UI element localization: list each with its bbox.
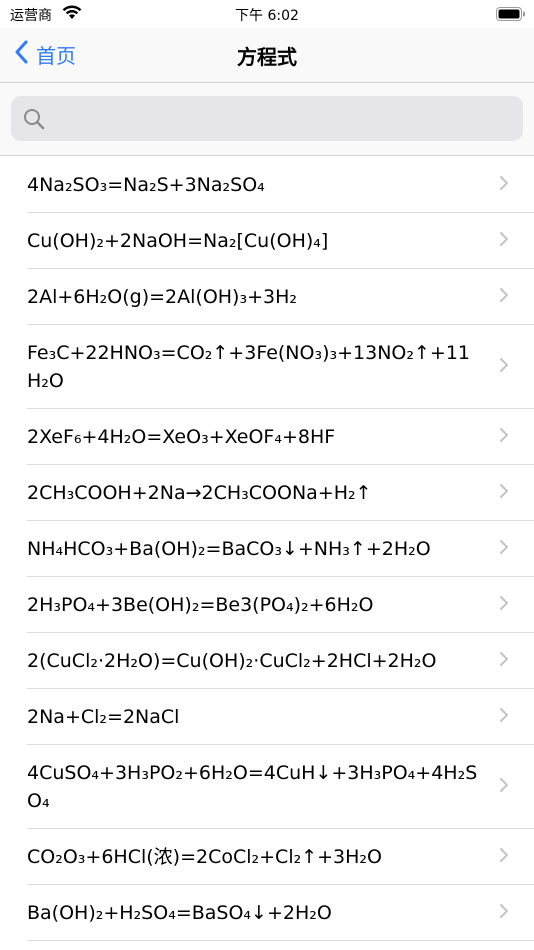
equation-text: NH₄HCO₃+Ba(OH)₂=BaCO₃↓+NH₃↑+2H₂O	[27, 538, 431, 560]
equation-text: 2(CuCl₂·2H₂O)=Cu(OH)₂·CuCl₂+2HCl+2H₂O	[27, 650, 437, 672]
list-item[interactable]: 4CuSO₄+3H₃PO₂+6H₂O=4CuH↓+3H₃PO₄+4H₂SO₄	[0, 745, 534, 829]
chevron-right-icon	[499, 427, 509, 447]
chevron-right-icon	[499, 539, 509, 559]
equation-text: 2Al+6H₂O(g)=2Al(OH)₃+3H₂	[27, 286, 297, 308]
equation-text: Cu(OH)₂+2NaOH=Na₂[Cu(OH)₄]	[27, 230, 329, 252]
status-bar: 运营商 下午 6:02	[0, 0, 534, 28]
equation-text: 4CuSO₄+3H₃PO₂+6H₂O=4CuH↓+3H₃PO₄+4H₂SO₄	[27, 762, 478, 812]
battery-icon	[496, 6, 526, 25]
equation-text: 2CH₃COOH+2Na→2CH₃COONa+H₂↑	[27, 482, 372, 504]
equation-text: 2XeF₆+4H₂O=XeO₃+XeOF₄+8HF	[27, 426, 336, 448]
equation-text: CO₂O₃+6HCl(浓)=2CoCl₂+Cl₂↑+3H₂O	[27, 846, 383, 868]
chevron-right-icon	[499, 707, 509, 727]
list-item[interactable]: 4Na₂SO₃=Na₂S+3Na₂SO₄	[0, 157, 534, 213]
equation-list: 4Na₂SO₃=Na₂S+3Na₂SO₄ Cu(OH)₂+2NaOH=Na₂[C…	[0, 157, 534, 941]
list-item[interactable]: CO₂O₃+6HCl(浓)=2CoCl₂+Cl₂↑+3H₂O	[0, 829, 534, 885]
list-item[interactable]: 2(CuCl₂·2H₂O)=Cu(OH)₂·CuCl₂+2HCl+2H₂O	[0, 633, 534, 689]
chevron-right-icon	[499, 847, 509, 867]
equation-text: Ba(OH)₂+H₂SO₄=BaSO₄↓+2H₂O	[27, 902, 332, 924]
list-item[interactable]: 2H₃PO₄+3Be(OH)₂=Be3(PO₄)₂+6H₂O	[0, 577, 534, 633]
chevron-right-icon	[499, 903, 509, 923]
chevron-right-icon	[499, 483, 509, 503]
chevron-right-icon	[499, 357, 509, 377]
navigation-bar: 首页 方程式	[0, 28, 534, 83]
chevron-right-icon	[499, 595, 509, 615]
list-item[interactable]: Cu(OH)₂+2NaOH=Na₂[Cu(OH)₄]	[0, 213, 534, 269]
list-item[interactable]: 2XeF₆+4H₂O=XeO₃+XeOF₄+8HF	[0, 409, 534, 465]
status-time: 下午 6:02	[235, 8, 299, 24]
list-item[interactable]: 2Na+Cl₂=2NaCl	[0, 689, 534, 745]
chevron-right-icon	[499, 231, 509, 251]
list-item[interactable]: Fe₃C+22HNO₃=CO₂↑+3Fe(NO₃)₃+13NO₂↑+11H₂O	[0, 325, 534, 409]
chevron-right-icon	[499, 777, 509, 797]
search-field[interactable]	[11, 96, 523, 143]
equation-text: 2H₃PO₄+3Be(OH)₂=Be3(PO₄)₂+6H₂O	[27, 594, 374, 616]
chevron-right-icon	[499, 175, 509, 195]
list-item[interactable]: 2Al+6H₂O(g)=2Al(OH)₃+3H₂	[0, 269, 534, 325]
search-bar	[0, 83, 534, 156]
search-input[interactable]	[55, 96, 509, 143]
search-icon	[23, 108, 45, 134]
chevron-right-icon	[499, 651, 509, 671]
page-title: 方程式	[237, 45, 297, 69]
equation-text: 4Na₂SO₃=Na₂S+3Na₂SO₄	[27, 174, 265, 196]
equation-text: Fe₃C+22HNO₃=CO₂↑+3Fe(NO₃)₃+13NO₂↑+11H₂O	[27, 342, 471, 392]
list-item[interactable]: Ba(OH)₂+H₂SO₄=BaSO₄↓+2H₂O	[0, 885, 534, 941]
list-item[interactable]: 2CH₃COOH+2Na→2CH₃COONa+H₂↑	[0, 465, 534, 521]
list-item[interactable]: NH₄HCO₃+Ba(OH)₂=BaCO₃↓+NH₃↑+2H₂O	[0, 521, 534, 577]
chevron-right-icon	[499, 287, 509, 307]
equation-text: 2Na+Cl₂=2NaCl	[27, 706, 180, 728]
